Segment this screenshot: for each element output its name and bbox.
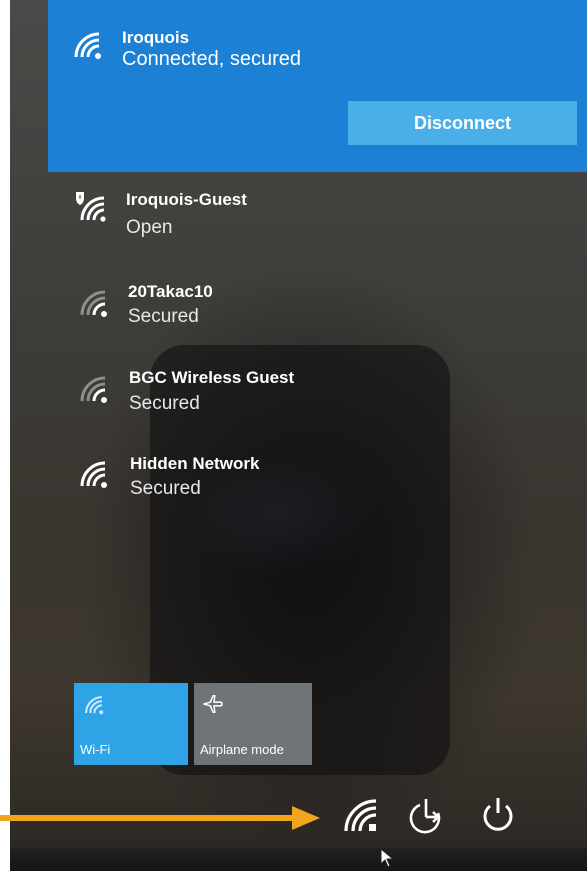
wifi-tile-label: Wi-Fi [80,742,111,757]
network-flyout: Iroquois Connected, secured Disconnect I… [48,0,587,790]
disconnect-button[interactable]: Disconnect [348,101,577,145]
connected-network[interactable]: Iroquois Connected, secured Disconnect [48,0,587,172]
network-name: 20Takac10 [128,282,213,301]
network-status: Secured [129,393,200,414]
power-plan-icon[interactable] [406,795,446,835]
wifi-weak-icon [80,376,107,403]
wifi-icon [85,696,104,715]
network-item-hidden-network[interactable]: Hidden Network Secured [48,445,587,515]
network-item-bgc-wireless-guest[interactable]: BGC Wireless Guest Secured [48,360,587,430]
network-icon[interactable] [340,795,380,835]
wifi-icon [74,32,101,59]
network-status: Secured [130,478,201,499]
network-status: Secured [128,306,199,327]
network-name: Iroquois [122,28,190,47]
network-name: BGC Wireless Guest [129,368,295,387]
airplane-mode-tile[interactable]: Airplane mode [194,683,312,765]
network-name: Iroquois-Guest [126,190,247,209]
wifi-shield-icon [76,192,106,222]
mouse-cursor-icon [380,848,395,868]
network-item-iroquois-guest[interactable]: Iroquois-Guest Open [48,180,587,250]
network-name: Hidden Network [130,454,260,473]
airplane-tile-label: Airplane mode [200,742,284,757]
wifi-toggle-tile[interactable]: Wi-Fi [74,683,188,765]
network-item-20takac10[interactable]: 20Takac10 Secured [48,272,587,342]
wifi-weak-icon [80,290,107,317]
taskbar-bottom [10,848,587,871]
annotation-arrow-icon [0,806,320,830]
airplane-icon [203,695,223,713]
network-status: Open [126,217,173,238]
network-status: Connected, secured [122,48,302,70]
screen-photo: Iroquois Connected, secured Disconnect I… [10,0,587,871]
wifi-icon [80,461,107,488]
power-icon[interactable] [478,795,518,835]
